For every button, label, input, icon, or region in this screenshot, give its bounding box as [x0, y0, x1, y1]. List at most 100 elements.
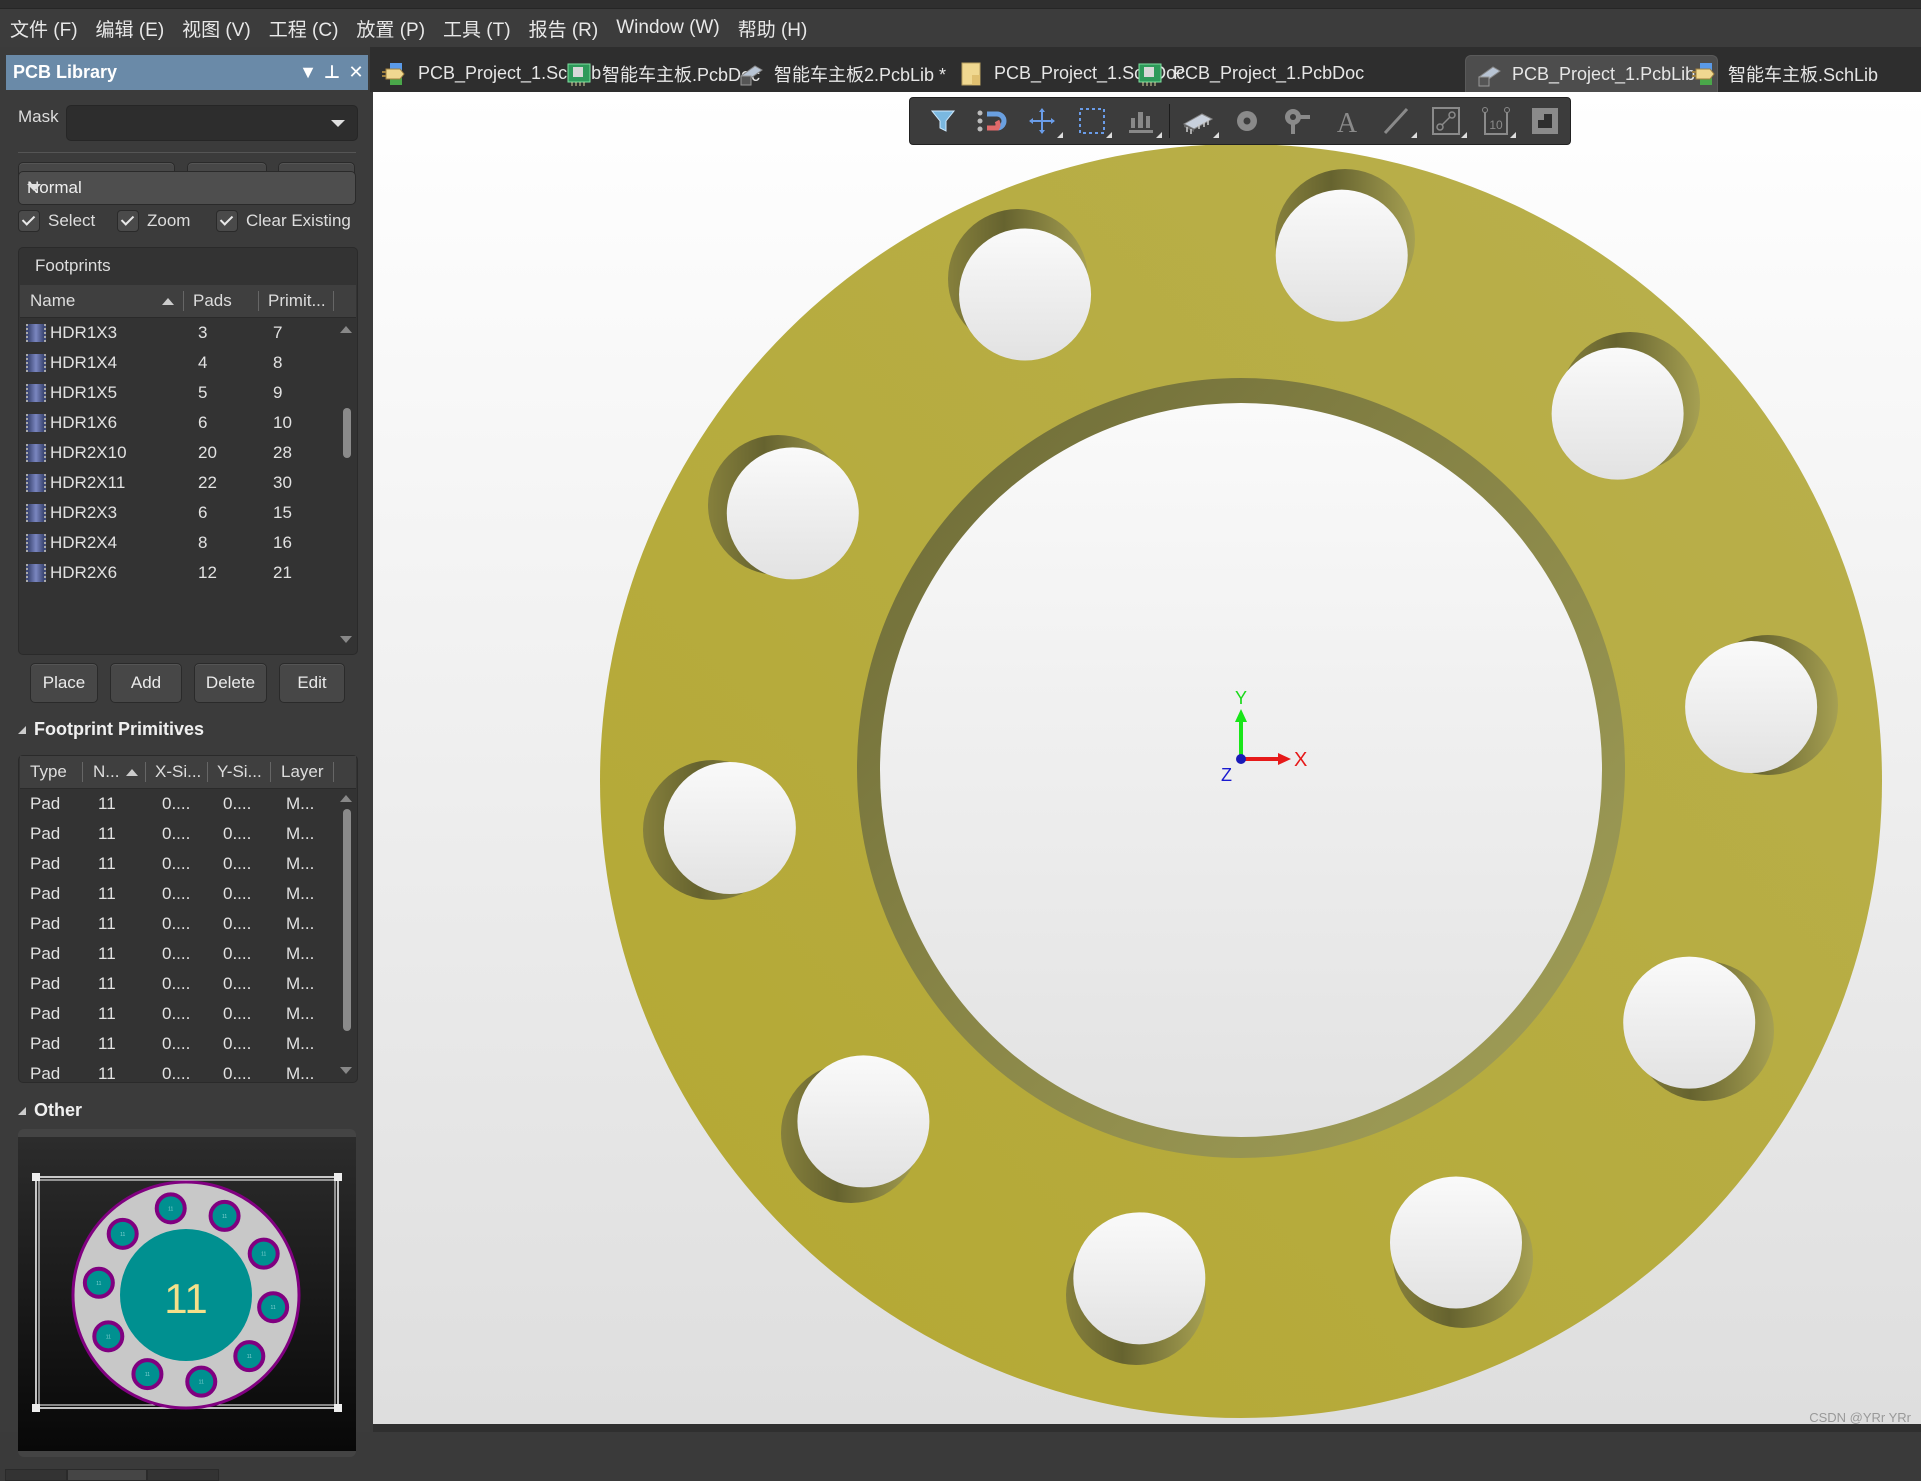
scroll-up-icon[interactable]	[340, 326, 352, 333]
select-button[interactable]	[1067, 101, 1117, 141]
footprint-row[interactable]: HDR2X11 22 30	[20, 468, 334, 498]
document-tab[interactable]: PCB_Project_1.PcbDoc	[1127, 55, 1374, 92]
column-name[interactable]: Name	[30, 291, 75, 311]
component-button[interactable]	[1173, 101, 1223, 141]
footprint-row[interactable]: HDR1X6 6 10	[20, 408, 334, 438]
region-button[interactable]	[1520, 101, 1570, 141]
scroll-down-icon[interactable]	[340, 636, 352, 643]
primitive-row[interactable]: Pad 11 0.... 0.... M...	[20, 1029, 334, 1059]
footprint-row[interactable]: HDR1X3 3 7	[20, 318, 334, 348]
line-button[interactable]	[1371, 101, 1421, 141]
place-button[interactable]: Place	[30, 663, 98, 703]
column-layer[interactable]: Layer	[281, 762, 324, 782]
footprint-row[interactable]: HDR2X3 6 15	[20, 498, 334, 528]
column-separator[interactable]	[270, 762, 271, 782]
footprint-row[interactable]: HDR1X4 4 8	[20, 348, 334, 378]
menu-place[interactable]: 放置 (P)	[347, 15, 434, 42]
column-separator[interactable]	[207, 762, 208, 782]
dimension-button[interactable]: 10	[1471, 101, 1521, 141]
column-separator[interactable]	[145, 762, 146, 782]
primitive-row[interactable]: Pad 11 0.... 0.... M...	[20, 939, 334, 969]
menu-window[interactable]: Window (W)	[607, 17, 728, 39]
scroll-thumb[interactable]	[343, 408, 351, 458]
column-type[interactable]: Type	[30, 762, 67, 782]
delete-button[interactable]: Delete	[194, 663, 267, 703]
document-tab[interactable]: 智能车主板2.PcbLib *	[728, 55, 956, 92]
footprint-primitives-section[interactable]: Footprint Primitives	[18, 719, 204, 740]
scroll-up-icon[interactable]	[340, 795, 352, 802]
column-separator[interactable]	[333, 291, 334, 311]
pad-button[interactable]	[1223, 101, 1273, 141]
footprint-row[interactable]: HDR2X10 20 28	[20, 438, 334, 468]
panel-tab[interactable]	[67, 1469, 147, 1481]
menu-help[interactable]: 帮助 (H)	[729, 15, 817, 42]
clear-existing-checkbox[interactable]: Clear Existing	[216, 210, 356, 232]
panel-menu-icon[interactable]: ▼	[296, 62, 320, 83]
collapse-triangle-icon[interactable]	[18, 725, 26, 734]
document-tab[interactable]: 智能车主板.SchLib	[1682, 55, 1888, 92]
snap-button[interactable]	[968, 101, 1018, 141]
mode-select[interactable]: Normal	[18, 171, 356, 205]
chevron-down-icon[interactable]	[331, 120, 345, 127]
collapse-triangle-icon[interactable]	[18, 1106, 26, 1115]
primitive-row[interactable]: Pad 11 0.... 0.... M...	[20, 789, 334, 819]
checkbox-checked-icon[interactable]	[216, 210, 238, 232]
primitives-scrollbar[interactable]	[339, 789, 353, 1079]
resize-handle[interactable]	[334, 1173, 342, 1181]
pin-icon[interactable]: ⊥	[320, 62, 344, 83]
primitive-row[interactable]: Pad 11 0.... 0.... M...	[20, 849, 334, 879]
other-section[interactable]: Other	[18, 1100, 82, 1121]
footprint-row[interactable]: HDR2X6 12 21	[20, 558, 334, 588]
resize-handle[interactable]	[32, 1173, 40, 1181]
primitive-row[interactable]: Pad 11 0.... 0.... M...	[20, 819, 334, 849]
primitive-row[interactable]: Pad 11 0.... 0.... M...	[20, 1059, 334, 1079]
menu-edit[interactable]: 编辑 (E)	[87, 15, 174, 42]
select-checkbox[interactable]: Select	[18, 210, 95, 232]
column-separator[interactable]	[183, 291, 184, 311]
mask-input[interactable]	[66, 105, 358, 141]
filter-button[interactable]	[918, 101, 968, 141]
column-separator[interactable]	[258, 291, 259, 311]
menu-reports[interactable]: 报告 (R)	[520, 15, 608, 42]
document-tab[interactable]: PCB_Project_1.PcbLib *	[1465, 55, 1719, 93]
menu-file[interactable]: 文件 (F)	[0, 15, 87, 42]
zoom-checkbox[interactable]: Zoom	[117, 210, 190, 232]
column-y-size[interactable]: Y-Si...	[217, 762, 262, 782]
close-icon[interactable]: ✕	[344, 62, 368, 83]
menu-view[interactable]: 视图 (V)	[173, 15, 260, 42]
footprints-scrollbar[interactable]	[339, 318, 353, 652]
primitive-row[interactable]: Pad 11 0.... 0.... M...	[20, 879, 334, 909]
column-separator[interactable]	[333, 762, 334, 782]
scroll-thumb[interactable]	[343, 809, 351, 1031]
footprint-row[interactable]: HDR2X4 8 16	[20, 528, 334, 558]
column-pad-name[interactable]: N...	[93, 762, 119, 782]
panel-tab[interactable]	[5, 1469, 67, 1481]
align-button[interactable]	[1116, 101, 1166, 141]
chevron-down-icon[interactable]	[27, 184, 41, 191]
primitive-row[interactable]: Pad 11 0.... 0.... M...	[20, 999, 334, 1029]
column-x-size[interactable]: X-Si...	[155, 762, 201, 782]
column-separator[interactable]	[82, 762, 83, 782]
via-button[interactable]	[1272, 101, 1322, 141]
menu-tools[interactable]: 工具 (T)	[434, 15, 520, 42]
edit-button[interactable]: Edit	[279, 663, 345, 703]
resize-handle[interactable]	[334, 1404, 342, 1412]
move-button[interactable]	[1017, 101, 1067, 141]
resize-handle[interactable]	[32, 1404, 40, 1412]
add-button[interactable]: Add	[110, 663, 182, 703]
panel-tab[interactable]	[147, 1469, 219, 1481]
text-button[interactable]: A	[1322, 101, 1372, 141]
pad-label: 11	[247, 1354, 252, 1360]
preview-canvas[interactable]: 11 11 11 11 11 11 11 11 11 11 11	[18, 1137, 356, 1451]
column-pads[interactable]: Pads	[193, 291, 232, 311]
primitive-row[interactable]: Pad 11 0.... 0.... M...	[20, 909, 334, 939]
footprint-row[interactable]: HDR1X5 5 9	[20, 378, 334, 408]
checkbox-checked-icon[interactable]	[18, 210, 40, 232]
route-button[interactable]	[1421, 101, 1471, 141]
scroll-down-icon[interactable]	[340, 1067, 352, 1074]
menu-project[interactable]: 工程 (C)	[260, 15, 348, 42]
primitive-row[interactable]: Pad 11 0.... 0.... M...	[20, 969, 334, 999]
checkbox-checked-icon[interactable]	[117, 210, 139, 232]
column-primitives[interactable]: Primit...	[268, 291, 326, 311]
3d-viewport[interactable]: Y X Z	[373, 92, 1921, 1424]
